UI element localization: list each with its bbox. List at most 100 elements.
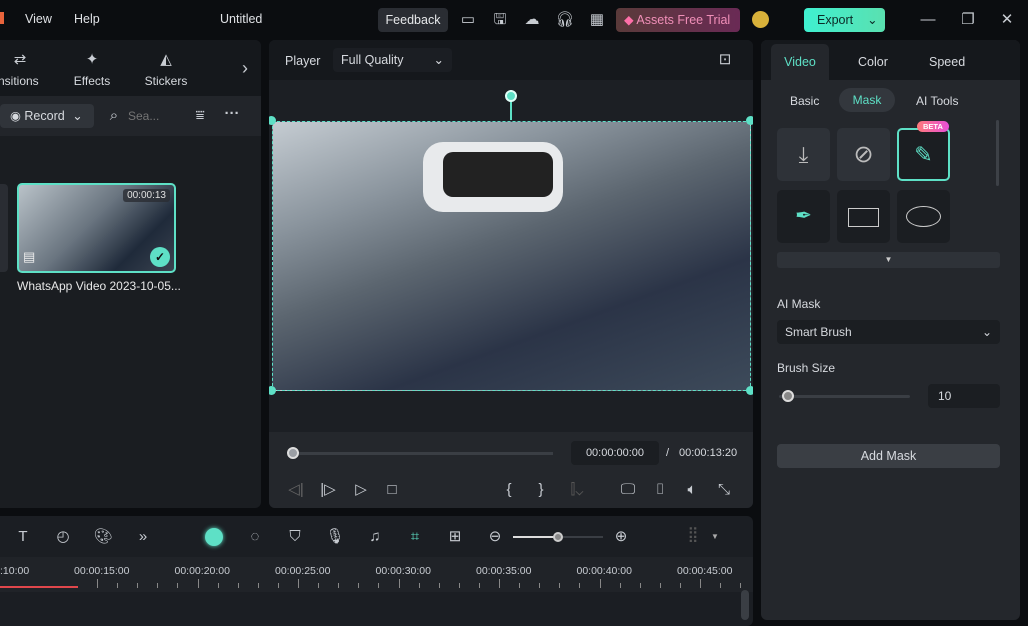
player-label: Player [285, 54, 321, 68]
tab-transitions[interactable]: ⇄ ansitions [0, 50, 40, 88]
auto-highlight-icon[interactable]: ◌ [245, 527, 265, 547]
zoom-handle[interactable] [553, 532, 563, 542]
audio-list-icon[interactable]: ♫ [365, 527, 385, 547]
ai-mask-dropdown[interactable]: Smart Brush ⌄ [777, 320, 1000, 344]
brush-size-slider[interactable] [779, 395, 910, 398]
apps-grid-icon[interactable]: ▦ [587, 10, 607, 30]
properties-panel: Video Color Speed Basic Mask AI Tools ⤓ … [761, 40, 1020, 620]
ai-mask-label: AI Mask [777, 297, 821, 311]
tab-speed[interactable]: Speed [929, 55, 965, 69]
video-preview[interactable] [272, 121, 751, 391]
play-icon[interactable]: ▷ [352, 480, 370, 500]
add-mask-button[interactable]: Add Mask [777, 444, 1000, 468]
search-input[interactable] [128, 106, 178, 126]
cloud-upload-icon[interactable]: ☁ [522, 10, 542, 30]
project-title: Untitled [220, 12, 263, 26]
zoom-out-icon[interactable]: ⊖ [485, 527, 505, 547]
resize-handle[interactable] [746, 116, 753, 125]
scopes-icon[interactable]: ⊡ [715, 50, 735, 70]
scrollbar[interactable] [996, 120, 999, 186]
subtab-basic[interactable]: Basic [790, 94, 819, 108]
time-separator: / [666, 447, 670, 459]
snapshot-icon[interactable]: ⌷ [651, 480, 669, 500]
fullscreen-icon[interactable]: ⤡ [715, 480, 733, 500]
more-icon[interactable]: ··· [222, 104, 242, 124]
display-icon[interactable]: 🖵︎ [619, 480, 637, 500]
microphone-icon[interactable]: 🎙︎ [325, 527, 345, 547]
tab-label: ansitions [0, 74, 39, 88]
restore-icon[interactable]: ❐ [958, 10, 978, 30]
stop-icon[interactable]: □ [383, 480, 401, 500]
assets-free-trial-button[interactable]: ◆ Assets Free Trial [616, 8, 740, 32]
ruler-tick [599, 579, 601, 588]
subtab-ai-tools[interactable]: AI Tools [916, 94, 958, 108]
feedback-button[interactable]: Feedback [378, 8, 448, 32]
ruler-tick-label: 00:00:40:00 [576, 565, 632, 577]
clip-name: WhatsApp Video 2023-10-05... [17, 279, 181, 293]
more-tools-icon[interactable]: » [133, 527, 153, 547]
import-mask-icon[interactable]: ⤓ [777, 128, 830, 181]
rotate-handle[interactable] [505, 90, 517, 102]
tab-stickers[interactable]: ◭ Stickers [140, 50, 192, 88]
menu-help[interactable]: Help [74, 12, 100, 26]
pen-mask-icon[interactable]: ✒ [777, 190, 830, 243]
resize-handle[interactable] [746, 386, 753, 395]
chevron-right-icon[interactable]: › [238, 58, 252, 78]
fit-icon[interactable]: ⊞ [445, 527, 465, 547]
text-icon[interactable]: T [13, 527, 33, 547]
volume-icon[interactable]: 🔈︎ [683, 480, 701, 500]
stickers-icon: ◭ [160, 51, 172, 68]
filter-icon[interactable]: ⩸ [190, 106, 210, 126]
ruler-tick [458, 583, 460, 588]
scrubber-handle[interactable] [287, 447, 299, 459]
smart-brush-mask-icon[interactable]: ✎ [897, 128, 950, 181]
mark-in-icon[interactable]: { [500, 480, 518, 500]
media-panel: ⇄ ansitions ✦ Effects ◭ Stickers › ◉ Record… [0, 40, 261, 508]
rectangle-mask-icon[interactable] [837, 190, 890, 243]
tab-color[interactable]: Color [858, 55, 888, 69]
quality-dropdown[interactable]: Full Quality ⌄ [333, 48, 452, 72]
menu-view[interactable]: View [25, 12, 52, 26]
current-time[interactable]: 00:00:00:00 [571, 441, 659, 465]
headset-icon[interactable]: 🎧︎ [555, 10, 575, 30]
brush-size-input[interactable]: 10 [928, 384, 1000, 408]
marker-icon[interactable]: ⛉ [285, 527, 305, 547]
ruler-tick [539, 583, 541, 588]
caret-down-icon[interactable]: ▼ [711, 532, 719, 541]
media-clip-thumbnail[interactable]: 00:00:13 ▤ ✓ [17, 183, 176, 273]
ruler-tick [700, 579, 701, 588]
subtab-mask[interactable]: Mask [839, 88, 895, 112]
timeline-scrollbar[interactable] [741, 590, 749, 620]
record-dropdown[interactable]: ◉ Record ⌄ [0, 104, 94, 128]
mark-out-icon[interactable]: } [532, 480, 550, 500]
snap-icon[interactable]: ⌗ [405, 527, 425, 547]
tab-effects[interactable]: ✦ Effects [68, 50, 116, 88]
expand-more-button[interactable]: ▼ [777, 252, 1000, 268]
export-button[interactable]: Export ⌄ [804, 8, 885, 32]
time-ruler[interactable]: :10:00 00:00:15:00 00:00:20:00 00:00:25:00 0… [0, 557, 753, 592]
next-frame-icon[interactable]: |▷ [319, 480, 337, 500]
avatar[interactable] [752, 11, 769, 28]
no-mask-icon[interactable]: ⊘ [837, 128, 890, 181]
ai-copilot-icon[interactable] [205, 528, 223, 546]
save-icon[interactable]: 🖫 [490, 10, 510, 30]
minimize-icon[interactable]: — [918, 10, 938, 30]
timeline-panel: T ◴ 🎨︎ » ◌ ⛉ 🎙︎ ♫ ⌗ ⊞ ⊖ ⊕ ⣿ ▼ :10:00 00:0… [0, 516, 753, 626]
brush-size-handle[interactable] [781, 390, 794, 402]
close-icon[interactable]: ✕ [997, 10, 1017, 30]
ruler-tick-label: 00:00:25:00 [275, 565, 331, 577]
prev-frame-icon[interactable]: ◁| [287, 480, 305, 500]
ruler-tick-label: 00:00:15:00 [74, 565, 130, 577]
color-palette-icon[interactable]: 🎨︎ [93, 527, 113, 547]
insert-icon[interactable]: ⫿⌄ [563, 480, 591, 500]
speed-icon[interactable]: ◴ [53, 527, 73, 547]
layout-icon[interactable]: ▭ [458, 10, 478, 30]
ruler-tick [197, 579, 199, 588]
chevron-down-icon: ⌄ [981, 325, 992, 339]
tab-video[interactable]: Video [771, 44, 829, 80]
ellipse-mask-icon[interactable] [897, 190, 950, 243]
zoom-in-icon[interactable]: ⊕ [611, 527, 631, 547]
track-height-icon[interactable]: ⣿ [683, 525, 703, 545]
resize-handle[interactable] [269, 386, 276, 395]
playback-scrubber[interactable] [293, 452, 553, 455]
